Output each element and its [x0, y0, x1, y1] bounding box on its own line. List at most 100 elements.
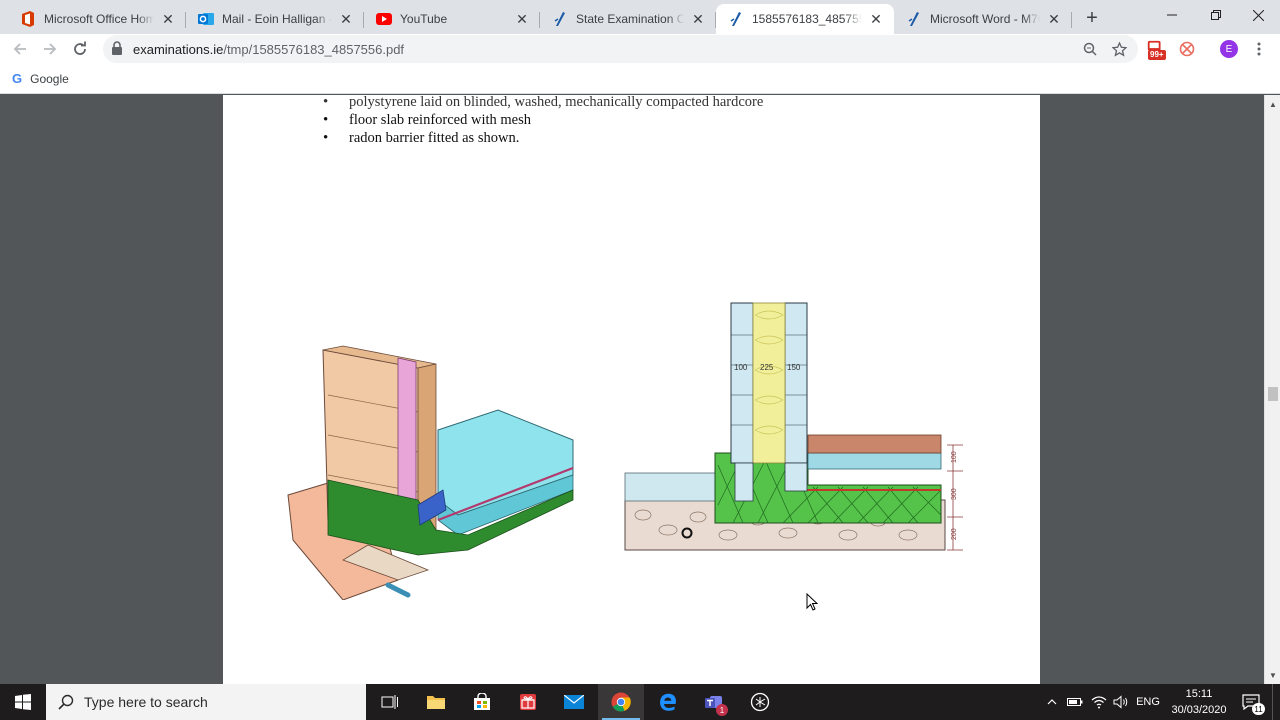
clock-date: 30/03/2020 [1171, 704, 1227, 716]
scroll-thumb[interactable] [1268, 387, 1278, 401]
bullet-list: polystyrene laid on blinded, washed, mec… [323, 95, 763, 147]
forward-button[interactable] [37, 36, 63, 62]
pdf-favicon-icon [906, 11, 922, 27]
media-app-button[interactable] [738, 684, 782, 720]
bookmark-star-icon[interactable] [1110, 40, 1128, 58]
mouse-cursor-icon [806, 593, 818, 611]
search-placeholder: Type here to search [84, 694, 208, 710]
action-center-button[interactable]: 11 [1238, 684, 1265, 720]
close-icon[interactable]: ✕ [160, 11, 176, 27]
gift-icon [520, 694, 536, 710]
dimension-mid: 300 [951, 488, 958, 500]
dimension-bottom: 200 [951, 528, 958, 540]
label-outer-leaf: 150 [787, 363, 801, 372]
mail-icon [564, 695, 584, 709]
close-icon[interactable]: ✕ [338, 11, 354, 27]
extension-badge-button[interactable]: 99+ [1146, 39, 1166, 60]
browser-toolbar: examinations.ie/tmp/1585576183_4857556.p… [0, 34, 1280, 64]
bookmark-google[interactable]: G Google [12, 71, 69, 86]
address-bar[interactable]: examinations.ie/tmp/1585576183_4857556.p… [103, 35, 1138, 63]
list-item: polystyrene laid on blinded, washed, mec… [323, 95, 763, 111]
edge-app-button[interactable] [646, 684, 690, 720]
back-arrow-icon [13, 43, 26, 55]
tab-current-pdf[interactable]: 1585576183_4857556.p ✕ [716, 4, 894, 34]
label-cavity: 225 [760, 363, 774, 372]
restore-button[interactable] [1194, 0, 1238, 30]
scroll-up-icon[interactable]: ▲ [1268, 99, 1278, 109]
vertical-scrollbar[interactable]: ▲ ▼ [1264, 95, 1280, 684]
forward-arrow-icon [44, 43, 57, 55]
battery-icon [1067, 698, 1083, 706]
volume-button[interactable] [1110, 684, 1132, 720]
new-tab-button[interactable]: + [1080, 6, 1104, 30]
teams-app-button[interactable]: 1 [692, 684, 736, 720]
tab-youtube[interactable]: YouTube ✕ [364, 4, 540, 34]
minimize-icon [1167, 14, 1177, 16]
wifi-icon [1091, 696, 1107, 709]
avatar: E [1220, 40, 1238, 58]
media-player-icon [750, 692, 770, 712]
store-bag-icon [474, 693, 490, 710]
label-inner-leaf: 100 [734, 363, 748, 372]
back-button[interactable] [7, 36, 33, 62]
youtube-icon [376, 11, 392, 27]
tab-state-examination[interactable]: State Examination Com ✕ [540, 4, 716, 34]
adblock-extension-button[interactable] [1177, 39, 1197, 59]
kebab-menu-icon [1257, 42, 1261, 56]
tab-title: Microsoft Word - M76 [930, 12, 1040, 26]
office-icon [20, 11, 36, 27]
search-icon [58, 694, 74, 710]
reload-button[interactable] [67, 36, 93, 62]
scroll-down-icon[interactable]: ▼ [1268, 670, 1278, 680]
show-desktop-button[interactable] [1272, 684, 1280, 720]
tab-mail[interactable]: Mail - Eoin Halligan - O ✕ [186, 4, 364, 34]
list-item: radon barrier fitted as shown. [323, 129, 763, 147]
lock-icon[interactable] [111, 41, 123, 58]
bookmark-label: Google [30, 71, 69, 86]
pdf-favicon-icon [552, 11, 568, 27]
zoom-icon[interactable] [1081, 40, 1099, 58]
mail-app-button[interactable] [552, 684, 596, 720]
store-button[interactable] [460, 684, 504, 720]
close-window-button[interactable] [1236, 0, 1280, 30]
minimize-button[interactable] [1150, 0, 1194, 30]
pdf-viewport[interactable]: polystyrene laid on blinded, washed, mec… [0, 95, 1280, 684]
tab-office-home[interactable]: Microsoft Office Home ✕ [8, 4, 186, 34]
profile-avatar[interactable]: E [1219, 39, 1239, 59]
clock-time: 15:11 [1185, 688, 1213, 700]
close-icon[interactable]: ✕ [1046, 11, 1062, 27]
tab-strip: Microsoft Office Home ✕ Mail - Eoin Hall… [0, 0, 1280, 34]
start-button[interactable] [0, 684, 46, 720]
language-indicator[interactable]: ENG [1134, 684, 1162, 720]
tab-microsoft-word[interactable]: Microsoft Word - M76 ✕ [894, 4, 1072, 34]
close-window-icon [1252, 9, 1264, 21]
url-text: examinations.ie/tmp/1585576183_4857556.p… [133, 42, 404, 57]
list-item: floor slab reinforced with mesh [323, 111, 763, 129]
url-host: examinations.ie [133, 42, 224, 57]
blocked-icon [1179, 41, 1195, 57]
file-explorer-button[interactable] [414, 684, 458, 720]
extension-badge-count: 99+ [1148, 50, 1166, 60]
network-button[interactable] [1088, 684, 1110, 720]
gift-app-button[interactable] [506, 684, 550, 720]
clock[interactable]: 15:11 30/03/2020 [1164, 686, 1234, 718]
show-hidden-icons-button[interactable] [1042, 684, 1062, 720]
tab-title: Microsoft Office Home [44, 12, 154, 26]
chrome-app-button[interactable] [598, 684, 644, 720]
battery-button[interactable] [1064, 684, 1086, 720]
task-view-button[interactable] [368, 684, 412, 720]
outlook-icon [198, 11, 214, 27]
close-icon[interactable]: ✕ [868, 11, 884, 27]
reload-icon [74, 41, 86, 55]
close-icon[interactable]: ✕ [514, 11, 530, 27]
tab-title: State Examination Com [576, 12, 684, 26]
tab-title: YouTube [400, 12, 448, 26]
menu-button[interactable] [1249, 39, 1269, 59]
google-g-icon: G [12, 71, 23, 86]
chevron-up-icon [1047, 699, 1057, 705]
close-icon[interactable]: ✕ [690, 11, 706, 27]
tab-title: Mail - Eoin Halligan - O [222, 12, 332, 26]
pdf-page: polystyrene laid on blinded, washed, mec… [223, 95, 1040, 684]
taskbar-search-box[interactable]: Type here to search [46, 684, 366, 720]
language-label: ENG [1136, 696, 1160, 708]
